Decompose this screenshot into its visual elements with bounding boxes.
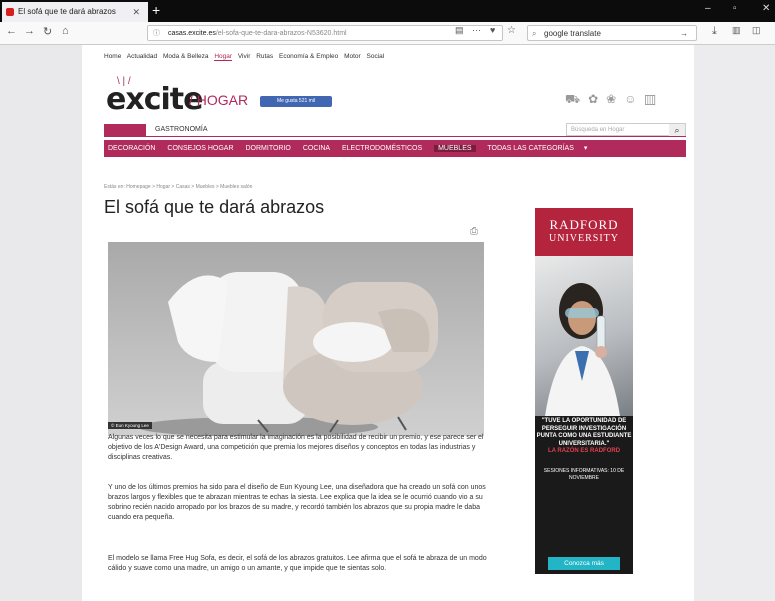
- top-nav-social[interactable]: Social: [367, 53, 385, 60]
- cat-decoracion[interactable]: DECORACIÓN: [108, 145, 155, 152]
- close-tab-icon[interactable]: ✕: [132, 2, 140, 22]
- top-nav-motor[interactable]: Motor: [344, 53, 361, 60]
- search-icon: ⌕: [532, 29, 537, 38]
- site-top-nav: Home Actualidad Moda & Belleza Hogar Viv…: [104, 53, 388, 61]
- photo-credit: © Eun Kyoung Lee: [108, 422, 152, 429]
- sidebar-icon[interactable]: ◫: [752, 25, 761, 36]
- section-title[interactable]: / HOGAR: [189, 92, 248, 108]
- maximize-icon[interactable]: ▫: [733, 3, 737, 14]
- site-logo[interactable]: excite: [106, 82, 203, 117]
- facebook-like-button[interactable]: Me gusta 521 mil: [260, 96, 332, 107]
- article-paragraph: Y uno de los últimos premios ha sido par…: [108, 484, 486, 521]
- ad-student-illustration: [545, 283, 620, 416]
- paw-icon[interactable]: ❀: [606, 92, 624, 106]
- pocket-icon[interactable]: ♥: [490, 25, 495, 35]
- article-paragraph: El modelo se llama Free Hug Sofa, es dec…: [108, 555, 487, 572]
- gift-icon[interactable]: ✿: [588, 92, 606, 106]
- tab-title: El sofá que te dará abrazos: [18, 7, 116, 16]
- page-gutter: [694, 45, 775, 601]
- home-icon[interactable]: ⌂: [62, 25, 69, 37]
- car-icon[interactable]: ⛟: [565, 92, 588, 106]
- library-icon[interactable]: ▥: [732, 25, 741, 36]
- reload-icon[interactable]: ↻: [43, 25, 52, 38]
- top-nav-hogar[interactable]: Hogar: [214, 53, 233, 61]
- article-paragraph: Algunas veces lo que se necesita para es…: [108, 434, 484, 461]
- top-nav-economia[interactable]: Economía & Empleo: [279, 53, 338, 60]
- cat-dormitorio[interactable]: DORMITORIO: [245, 145, 290, 152]
- section-icons: ⛟✿❀☺▥: [565, 92, 664, 108]
- bookmark-star-icon[interactable]: ☆: [507, 25, 516, 36]
- ad-sessions: SESIONES INFORMATIVAS: 10 DE NOVIEMBRE: [543, 467, 625, 482]
- url-path: /el-sofa-que-te-dara-abrazos-N53620.html: [215, 30, 347, 37]
- reader-icon[interactable]: ▤: [455, 25, 464, 36]
- search-value: google translate: [544, 29, 601, 38]
- favicon-icon: [6, 8, 14, 16]
- top-nav-home[interactable]: Home: [104, 53, 121, 60]
- ad-brand-sub: UNIVERSITY: [549, 233, 619, 244]
- article-title: El sofá que te dará abrazos: [104, 197, 325, 217]
- ad-quote: "TUVE LA OPORTUNIDAD DE PERSEGUIR INVEST…: [535, 418, 633, 483]
- ad-photo: [535, 256, 633, 416]
- article-photo: [108, 242, 484, 436]
- top-nav-rutas[interactable]: Rutas: [256, 53, 273, 60]
- subnav-gastronomia[interactable]: GASTRONOMÍA: [155, 126, 208, 133]
- ad-brand: RADFORD: [549, 217, 619, 232]
- info-icon[interactable]: ⓘ: [153, 26, 160, 42]
- search-field[interactable]: ⌕ google translate →: [527, 25, 697, 41]
- cat-cocina[interactable]: COCINA: [303, 145, 330, 152]
- chevron-down-icon: ▾: [583, 145, 588, 152]
- site-search-input[interactable]: Búsqueda en Hogar ⌕: [566, 123, 686, 136]
- cat-electrodomesticos[interactable]: ELECTRODOMÉSTICOS: [342, 145, 422, 152]
- people-icon[interactable]: ☺: [624, 92, 644, 106]
- minimize-icon[interactable]: –: [705, 3, 711, 14]
- sofa-illustration: [138, 272, 438, 436]
- back-icon[interactable]: ←: [6, 25, 17, 37]
- ad-quote-text: "TUVE LA OPORTUNIDAD DE PERSEGUIR INVEST…: [536, 418, 632, 447]
- cat-todas[interactable]: TODAS LAS CATEGORÍAS: [487, 145, 574, 152]
- ad-attribution: LA RAZÓN ES RADFORD: [547, 448, 621, 454]
- category-bar: DECORACIÓN CONSEJOS HOGAR DORMITORIO COC…: [104, 140, 686, 157]
- go-arrow-icon[interactable]: →: [680, 26, 688, 41]
- downloads-icon[interactable]: ⤓: [712, 25, 717, 38]
- print-icon[interactable]: ⎙: [470, 226, 478, 237]
- close-window-icon[interactable]: ✕: [762, 3, 770, 14]
- browser-tab[interactable]: El sofá que te dará abrazos ✕: [2, 2, 148, 22]
- page-actions-icon[interactable]: ···: [472, 25, 481, 35]
- site-search-button[interactable]: ⌕: [669, 124, 685, 136]
- breadcrumb[interactable]: Estás en: Homepage > Hogar > Casas > Mue…: [104, 184, 252, 190]
- top-nav-vivir[interactable]: Vivir: [238, 53, 251, 60]
- chart-icon[interactable]: ▥: [645, 92, 664, 106]
- ad-cta-button[interactable]: Conozca más: [548, 557, 620, 570]
- new-tab-button[interactable]: +: [152, 3, 160, 17]
- cat-consejos-hogar[interactable]: CONSEJOS HOGAR: [167, 145, 233, 152]
- url-bar[interactable]: ⓘ casas.excite.es/el-sofa-que-te-dara-ab…: [147, 25, 503, 41]
- cat-muebles[interactable]: MUEBLES: [434, 145, 476, 152]
- subnav-active-tab[interactable]: [104, 124, 146, 136]
- ad-header[interactable]: RADFORD UNIVERSITY: [535, 208, 633, 256]
- top-nav-moda[interactable]: Moda & Belleza: [163, 53, 209, 60]
- site-search-placeholder: Búsqueda en Hogar: [571, 127, 625, 133]
- url-domain: casas.excite.es: [168, 30, 216, 37]
- forward-icon[interactable]: →: [24, 25, 35, 37]
- top-nav-actualidad[interactable]: Actualidad: [127, 53, 157, 60]
